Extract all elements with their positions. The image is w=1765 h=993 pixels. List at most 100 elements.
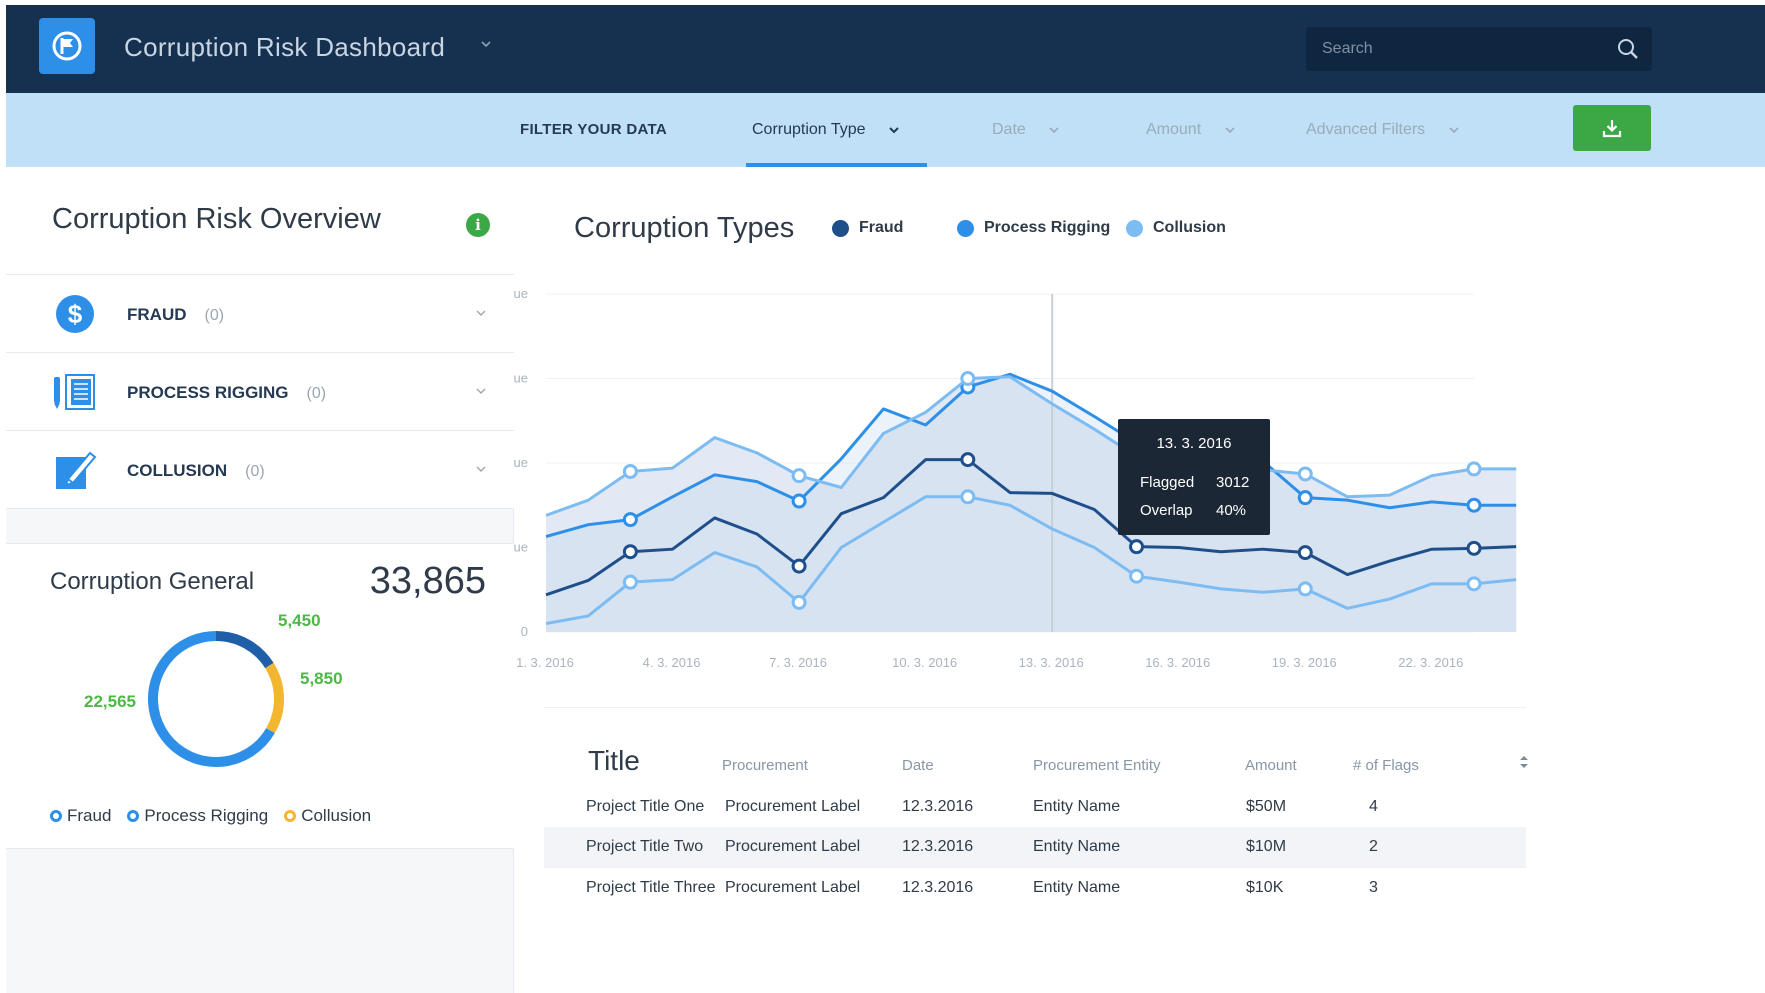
column-header-entity[interactable]: Procurement Entity bbox=[1033, 757, 1161, 774]
risk-row-fraud[interactable]: $ FRAUD (0) bbox=[6, 275, 514, 353]
general-total: 33,865 bbox=[369, 560, 486, 602]
donut-label-collusion: 5,850 bbox=[300, 669, 343, 688]
search-placeholder: Search bbox=[1322, 40, 1373, 57]
donut-segment-process-rigging[interactable] bbox=[148, 631, 275, 767]
data-point[interactable] bbox=[1466, 576, 1482, 592]
risk-label-collusion: COLLUSION (0) bbox=[127, 461, 265, 481]
chevron-down-icon bbox=[1225, 127, 1235, 133]
column-header-date[interactable]: Date bbox=[902, 757, 934, 774]
risk-label-process-rigging: PROCESS RIGGING (0) bbox=[127, 383, 326, 403]
left-panel: Corruption Risk Overview i $ FRAUD (0) PR… bbox=[6, 167, 514, 993]
data-point[interactable] bbox=[791, 558, 807, 574]
table-row[interactable]: Project Title Two Procurement Label 12.3… bbox=[544, 827, 1526, 867]
ring-icon bbox=[127, 810, 140, 822]
data-point[interactable] bbox=[1297, 581, 1313, 597]
data-point[interactable] bbox=[1466, 540, 1482, 556]
data-point[interactable] bbox=[622, 463, 638, 479]
donut-segment-collusion[interactable] bbox=[265, 662, 284, 734]
y-tick-label: 0 bbox=[521, 624, 528, 639]
tooltip-row-flagged: Flagged 3012 bbox=[1140, 474, 1249, 491]
column-header-amount[interactable]: Amount bbox=[1245, 757, 1297, 774]
tooltip-value: 3012 bbox=[1216, 474, 1250, 491]
search-input[interactable]: Search bbox=[1306, 27, 1652, 71]
info-icon[interactable]: i bbox=[466, 213, 490, 237]
data-point[interactable] bbox=[960, 489, 976, 505]
chevron-down-icon bbox=[1049, 127, 1059, 133]
x-tick-label: 1. 3. 2016 bbox=[516, 655, 574, 670]
donut-segment-fraud[interactable] bbox=[215, 631, 274, 669]
filter-advanced[interactable]: Advanced Filters bbox=[1306, 121, 1460, 139]
data-point[interactable] bbox=[791, 594, 807, 610]
x-tick-label: 4. 3. 2016 bbox=[643, 655, 701, 670]
x-tick-label: 19. 3. 2016 bbox=[1272, 655, 1337, 670]
column-header-flags[interactable]: # of Flags bbox=[1353, 757, 1419, 774]
cell-date: 12.3.2016 bbox=[902, 879, 974, 896]
filter-date[interactable]: Date bbox=[992, 121, 1060, 139]
legend-dot bbox=[1126, 219, 1143, 237]
data-point[interactable] bbox=[1297, 490, 1313, 506]
data-point[interactable] bbox=[960, 371, 976, 386]
chart-legend-collusion[interactable]: Collusion bbox=[1126, 219, 1226, 237]
legend-dot bbox=[957, 219, 974, 237]
cell-entity: Entity Name bbox=[1033, 879, 1121, 896]
app-title[interactable]: Corruption Risk Dashboard bbox=[124, 32, 445, 63]
risk-row-collusion[interactable]: COLLUSION (0) bbox=[6, 431, 514, 509]
chart-legend-process-rigging[interactable]: Process Rigging bbox=[957, 219, 1110, 237]
data-point[interactable] bbox=[1297, 545, 1313, 561]
sort-icon[interactable] bbox=[1519, 754, 1529, 770]
donut-label-fraud: 5,450 bbox=[278, 611, 321, 630]
data-point[interactable] bbox=[622, 544, 638, 560]
data-point[interactable] bbox=[791, 468, 807, 484]
chevron-down-icon[interactable] bbox=[480, 39, 492, 49]
filter-bar: FILTER YOUR DATA Corruption Type Date Am… bbox=[6, 93, 1765, 167]
cell-procurement: Procurement Label bbox=[725, 879, 861, 896]
tooltip-key: Flagged bbox=[1140, 474, 1195, 491]
legend-item-fraud[interactable]: Fraud bbox=[50, 806, 111, 826]
risk-count: (0) bbox=[306, 385, 327, 402]
filter-corruption-type[interactable]: Corruption Type bbox=[752, 121, 900, 139]
legend-item-collusion[interactable]: Collusion bbox=[284, 806, 371, 826]
donut-legend: Fraud Process Rigging Collusion bbox=[50, 806, 387, 826]
legend-label: Collusion bbox=[1153, 219, 1226, 236]
risk-label-fraud: FRAUD (0) bbox=[127, 305, 224, 325]
data-point[interactable] bbox=[622, 512, 638, 528]
download-button[interactable] bbox=[1573, 105, 1651, 151]
data-point[interactable] bbox=[960, 452, 976, 468]
x-tick-label: 22. 3. 2016 bbox=[1398, 655, 1463, 670]
column-header-procurement[interactable]: Procurement bbox=[722, 757, 808, 774]
cell-amount: $10M bbox=[1246, 838, 1287, 855]
table-row[interactable]: Project Title One Procurement Label 12.3… bbox=[544, 787, 1526, 827]
risk-name: FRAUD bbox=[127, 305, 187, 324]
search-icon[interactable] bbox=[1616, 37, 1640, 61]
y-tick-label: value bbox=[514, 286, 528, 301]
table-row[interactable]: Project Title Three Procurement Label 12… bbox=[544, 867, 1526, 907]
flag-logo-icon bbox=[52, 31, 82, 61]
chevron-down-icon bbox=[476, 388, 486, 394]
risk-row-process-rigging[interactable]: PROCESS RIGGING (0) bbox=[6, 353, 514, 431]
cell-title: Project Title Two bbox=[586, 838, 704, 855]
data-point[interactable] bbox=[1466, 461, 1482, 477]
data-point[interactable] bbox=[1466, 497, 1482, 513]
overview-title: Corruption Risk Overview bbox=[52, 203, 381, 235]
cell-entity: Entity Name bbox=[1033, 838, 1121, 855]
data-point[interactable] bbox=[1297, 466, 1313, 482]
y-tick-label: value bbox=[514, 540, 528, 555]
chart-legend-fraud[interactable]: Fraud bbox=[832, 219, 903, 237]
data-point[interactable] bbox=[1129, 568, 1145, 584]
cell-procurement: Procurement Label bbox=[725, 798, 861, 815]
cell-flags: 2 bbox=[1369, 838, 1378, 855]
filter-amount[interactable]: Amount bbox=[1146, 121, 1236, 139]
app-logo[interactable] bbox=[39, 18, 95, 74]
chart-title: Corruption Types bbox=[574, 212, 795, 244]
donut-label-process-rigging: 22,565 bbox=[84, 692, 136, 711]
chevron-down-icon bbox=[889, 127, 899, 134]
risk-name: PROCESS RIGGING bbox=[127, 383, 289, 402]
legend-label: Collusion bbox=[301, 806, 372, 825]
cell-entity: Entity Name bbox=[1033, 798, 1121, 815]
data-point[interactable] bbox=[791, 493, 807, 509]
data-point[interactable] bbox=[622, 574, 638, 590]
y-tick-label: value bbox=[514, 371, 528, 386]
data-point[interactable] bbox=[1129, 539, 1145, 555]
legend-item-process-rigging[interactable]: Process Rigging bbox=[127, 806, 268, 826]
donut-chart: 5,450 5,850 22,565 bbox=[84, 611, 343, 767]
